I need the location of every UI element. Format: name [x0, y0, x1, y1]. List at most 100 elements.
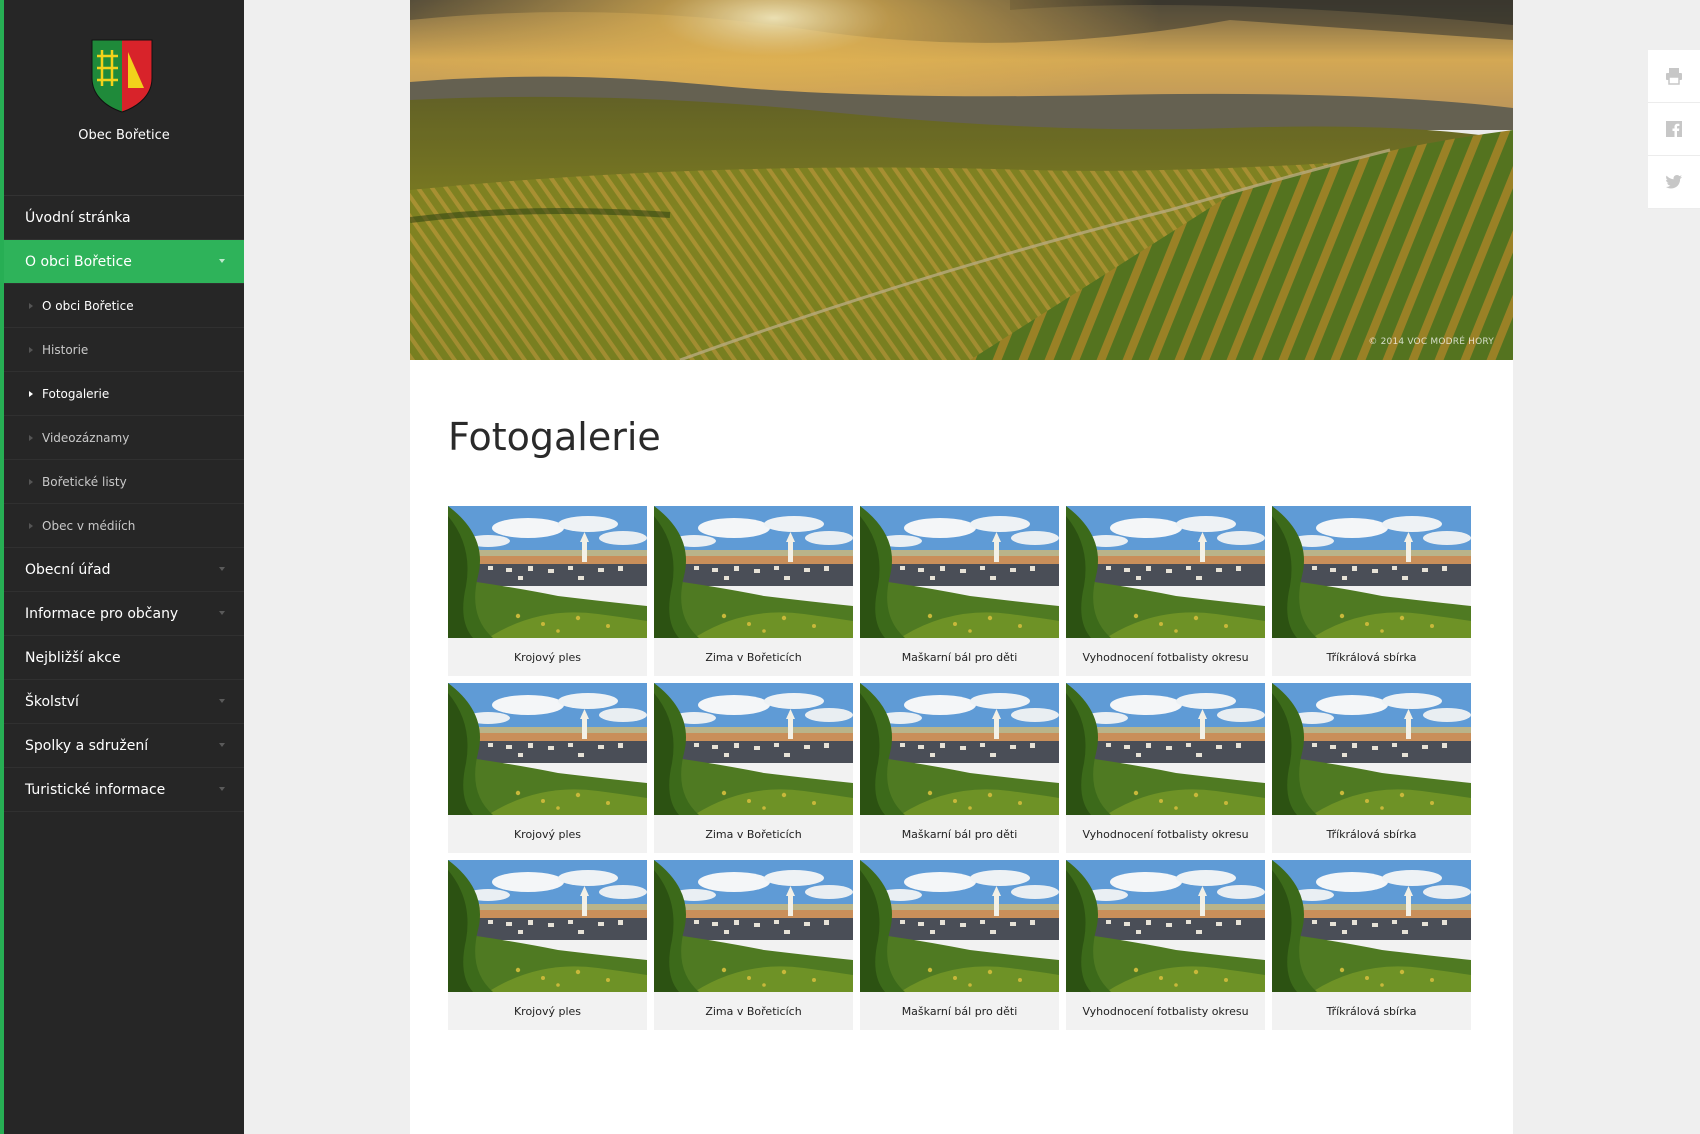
subnav-item-fotogalerie[interactable]: Fotogalerie [4, 372, 244, 416]
gallery-caption: Vyhodnocení fotbalisty okresu [1082, 827, 1249, 841]
nav-item-label: Školství [25, 693, 79, 710]
brand[interactable]: Obec Bořetice [4, 0, 244, 195]
gallery-tile[interactable]: Zima v Bořeticích [654, 860, 853, 1030]
facebook-icon [1666, 121, 1682, 137]
gallery-tile[interactable]: Tříkrálová sbírka [1272, 506, 1471, 676]
nav-item-informace-pro-obcany[interactable]: Informace pro občany [4, 592, 244, 636]
hero-credit: © 2014 VOC MODRÉ HORY [1368, 337, 1494, 347]
nav-item-spolky[interactable]: Spolky a sdružení [4, 724, 244, 768]
gallery-tile[interactable]: Tříkrálová sbírka [1272, 860, 1471, 1030]
main-nav: Úvodní stránka O obci Bořetice O obci Bo… [4, 195, 244, 812]
nav-item-uvodni-stranka[interactable]: Úvodní stránka [4, 196, 244, 240]
hero-banner: © 2014 VOC MODRÉ HORY [410, 0, 1513, 360]
subnav-item-label: Historie [42, 342, 89, 357]
gallery-tile[interactable]: Krojový ples [448, 860, 647, 1030]
chevron-down-icon [219, 786, 225, 791]
gallery-thumbnail-image [654, 860, 853, 992]
subnav-item-boreticke-listy[interactable]: Bořetické listy [4, 460, 244, 504]
gallery-tile[interactable]: Zima v Bořeticích [654, 506, 853, 676]
main-content: © 2014 VOC MODRÉ HORY Fotogalerie Krojov… [410, 0, 1513, 1134]
share-rail [1648, 50, 1700, 209]
bullet-icon [29, 434, 33, 441]
nav-item-label: Obecní úřad [25, 561, 111, 578]
gallery-caption: Krojový ples [513, 1004, 582, 1018]
nav-item-turisticke-informace[interactable]: Turistické informace [4, 768, 244, 812]
gallery-caption: Maškarní bál pro děti [901, 1004, 1018, 1018]
nav-item-label: Informace pro občany [25, 605, 179, 622]
twitter-icon [1666, 175, 1682, 189]
gallery-thumbnail-image [1066, 860, 1265, 992]
gallery-tile[interactable]: Vyhodnocení fotbalisty okresu [1066, 683, 1265, 853]
gallery-caption: Tříkrálová sbírka [1326, 1004, 1417, 1018]
bullet-icon [29, 302, 33, 309]
gallery-caption: Tříkrálová sbírka [1326, 650, 1417, 664]
gallery-caption: Vyhodnocení fotbalisty okresu [1082, 650, 1249, 664]
gallery-thumbnail-image [1272, 506, 1471, 638]
gallery-caption: Krojový ples [513, 827, 582, 841]
gallery-thumbnail-image [1272, 860, 1471, 992]
bullet-icon [29, 522, 33, 529]
subnav-item-label: Obec v médiích [42, 518, 136, 533]
sidebar: Obec Bořetice Úvodní stránka O obci Boře… [0, 0, 244, 1134]
gallery-tile[interactable]: Zima v Bořeticích [654, 683, 853, 853]
gallery-thumbnail-image [1066, 506, 1265, 638]
gallery-tile[interactable]: Vyhodnocení fotbalisty okresu [1066, 860, 1265, 1030]
gallery-thumbnail-image [448, 683, 647, 815]
nav-item-label: Turistické informace [25, 781, 166, 798]
gallery-caption: Tříkrálová sbírka [1326, 827, 1417, 841]
gallery-caption: Krojový ples [513, 650, 582, 664]
site-name: Obec Bořetice [78, 128, 170, 143]
gallery-thumbnail-image [860, 860, 1059, 992]
chevron-down-icon [219, 742, 225, 747]
chevron-down-icon [219, 566, 225, 571]
gallery-thumbnail-image [1066, 683, 1265, 815]
chevron-down-icon [219, 258, 225, 263]
gallery-thumbnail-image [654, 506, 853, 638]
gallery-tile[interactable]: Maškarní bál pro děti [860, 683, 1059, 853]
chevron-down-icon [219, 610, 225, 615]
gallery-thumbnail-image [448, 860, 647, 992]
gallery-tile[interactable]: Maškarní bál pro děti [860, 506, 1059, 676]
bullet-icon [29, 478, 33, 485]
gallery-thumbnail-image [654, 683, 853, 815]
nav-item-label: O obci Bořetice [25, 253, 132, 270]
bullet-icon [29, 390, 33, 397]
nav-item-label: Nejbližší akce [25, 649, 121, 666]
gallery-caption: Zima v Bořeticích [705, 1004, 802, 1018]
coat-of-arms-icon [91, 39, 153, 113]
facebook-share-button[interactable] [1648, 103, 1700, 156]
gallery-caption: Maškarní bál pro děti [901, 650, 1018, 664]
gallery-caption: Maškarní bál pro děti [901, 827, 1018, 841]
subnav-item-obec-v-mediich[interactable]: Obec v médiích [4, 504, 244, 548]
subnav-item-videozaznamy[interactable]: Videozáznamy [4, 416, 244, 460]
gallery-tile[interactable]: Tříkrálová sbírka [1272, 683, 1471, 853]
gallery-thumbnail-image [860, 506, 1059, 638]
gallery-thumbnail-image [860, 683, 1059, 815]
gallery-tile[interactable]: Maškarní bál pro děti [860, 860, 1059, 1030]
gallery-thumbnail-image [1272, 683, 1471, 815]
print-button[interactable] [1648, 50, 1700, 103]
gallery-tile[interactable]: Vyhodnocení fotbalisty okresu [1066, 506, 1265, 676]
subnav-item-historie[interactable]: Historie [4, 328, 244, 372]
page-title: Fotogalerie [448, 415, 661, 459]
nav-item-label: Úvodní stránka [25, 209, 131, 226]
gallery-tile[interactable]: Krojový ples [448, 683, 647, 853]
nav-item-skolstvi[interactable]: Školství [4, 680, 244, 724]
nav-item-nejblizsi-akce[interactable]: Nejbližší akce [4, 636, 244, 680]
print-icon [1666, 68, 1682, 85]
nav-item-label: Spolky a sdružení [25, 737, 149, 754]
subnav-item-label: O obci Bořetice [42, 298, 134, 313]
gallery-caption: Vyhodnocení fotbalisty okresu [1082, 1004, 1249, 1018]
chevron-down-icon [219, 698, 225, 703]
nav-item-o-obci[interactable]: O obci Bořetice [4, 240, 244, 284]
twitter-share-button[interactable] [1648, 156, 1700, 209]
gallery-caption: Zima v Bořeticích [705, 827, 802, 841]
subnav-item-o-obci[interactable]: O obci Bořetice [4, 284, 244, 328]
subnav-item-label: Bořetické listy [42, 474, 127, 489]
gallery-tile[interactable]: Krojový ples [448, 506, 647, 676]
gallery-caption: Zima v Bořeticích [705, 650, 802, 664]
hero-vineyard-image [410, 0, 1513, 360]
gallery-thumbnail-image [448, 506, 647, 638]
nav-item-obecni-urad[interactable]: Obecní úřad [4, 548, 244, 592]
subnav-item-label: Videozáznamy [42, 430, 130, 445]
